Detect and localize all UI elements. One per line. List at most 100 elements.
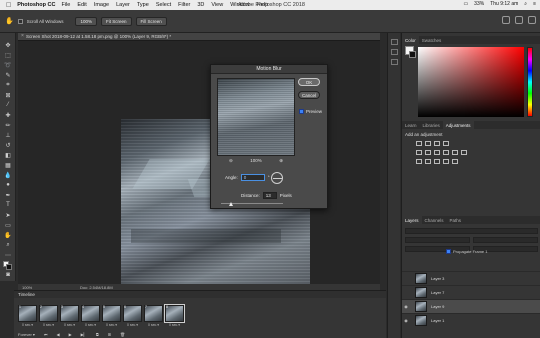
play-icon[interactable]: ▶ [69, 332, 72, 337]
frame-duration[interactable]: 0 sec.▾ [18, 323, 37, 327]
clone-stamp-tool-icon[interactable]: ⊥ [3, 131, 13, 139]
timeline-frame[interactable]: 7 0 sec.▾ [144, 305, 163, 329]
curves-adjust-icon[interactable] [434, 141, 440, 146]
layer-row[interactable]: ◉ Layer 1 [402, 313, 540, 327]
layer-row[interactable]: Layer 3 [402, 271, 540, 285]
zoom-in-icon[interactable]: ⊕ [279, 158, 283, 164]
menu-list-icon[interactable]: ≡ [533, 1, 536, 7]
tab-swatches[interactable]: Swatches [419, 36, 445, 44]
timeline-frame[interactable]: 5 0 sec.▾ [102, 305, 121, 329]
invert-adjust-icon[interactable] [416, 159, 422, 164]
properties-panel-icon[interactable] [391, 49, 398, 55]
brightness-adjust-icon[interactable] [416, 141, 422, 146]
next-frame-icon[interactable]: ▶▏ [81, 332, 87, 337]
distance-slider-knob[interactable] [229, 202, 233, 206]
quick-select-tool-icon[interactable]: ✎ [3, 71, 13, 79]
distance-input[interactable]: 13 [262, 192, 277, 199]
frame-duration[interactable]: 0 sec.▾ [165, 323, 184, 327]
tab-adjustments[interactable]: Adjustments [442, 121, 474, 129]
hand-tool-icon[interactable]: ✋ [3, 231, 13, 239]
layer-filter-field[interactable] [405, 227, 538, 234]
dialog-title[interactable]: Motion Blur [211, 65, 327, 74]
brush-panel-icon[interactable] [391, 59, 398, 65]
cancel-button[interactable]: Cancel [298, 91, 320, 99]
shape-tool-icon[interactable]: ▭ [3, 221, 13, 229]
app-menu[interactable]: Photoshop CC [17, 2, 55, 8]
layer-row-selected[interactable]: ◉ Layer 9 [402, 299, 540, 313]
eye-icon[interactable]: ◉ [402, 304, 410, 309]
angle-dial[interactable] [271, 172, 283, 184]
timeline-frame-selected[interactable]: 8 0 sec.▾ [164, 304, 185, 329]
gradient-tool-icon[interactable]: ▦ [3, 161, 13, 169]
scroll-all-windows-checkbox[interactable] [17, 18, 23, 24]
frame-duration[interactable]: 0 sec.▾ [60, 323, 79, 327]
menu-3d[interactable]: 3D [197, 2, 204, 8]
history-panel-icon[interactable] [391, 39, 398, 45]
fill-screen-button[interactable]: Fill Screen [135, 16, 167, 26]
tab-learn[interactable]: Learn [402, 121, 420, 129]
vibrance-adjust-icon[interactable] [416, 150, 422, 155]
threshold-adjust-icon[interactable] [434, 159, 440, 164]
opacity-field[interactable] [473, 236, 538, 243]
apple-icon[interactable]:  [6, 2, 11, 9]
angle-input[interactable]: 0 [240, 174, 265, 181]
timeline-frame[interactable]: 1 0 sec.▾ [18, 305, 37, 329]
hue-slider[interactable] [527, 47, 533, 117]
filter-preview[interactable] [217, 78, 295, 156]
type-tool-icon[interactable]: T [3, 201, 13, 209]
clock[interactable]: Thu 9:12 am [490, 1, 518, 7]
hue-saturation-adjust-icon[interactable] [425, 150, 431, 155]
propagate-frame-checkbox[interactable] [446, 249, 451, 254]
menu-view[interactable]: View [211, 2, 223, 8]
layer-name[interactable]: Layer 9 [431, 304, 444, 309]
layer-name[interactable]: Layer 1 [431, 318, 444, 323]
menu-file[interactable]: File [61, 2, 70, 8]
timeline-frame[interactable]: 2 0 sec.▾ [39, 305, 58, 329]
black-white-adjust-icon[interactable] [443, 150, 449, 155]
frame-duration[interactable]: 0 sec.▾ [102, 323, 121, 327]
status-zoom[interactable]: 100% [22, 285, 32, 290]
move-tool-icon[interactable]: ✥ [3, 41, 13, 49]
frame-tool-icon[interactable]: ⊠ [3, 91, 13, 99]
menu-type[interactable]: Type [137, 2, 149, 8]
menu-image[interactable]: Image [94, 2, 109, 8]
eye-icon[interactable]: ◉ [402, 318, 410, 323]
zoom-tool-icon[interactable]: ⌕ [3, 241, 13, 249]
loop-select[interactable]: Forever ▾ [18, 332, 35, 337]
preview-checkbox[interactable] [299, 109, 304, 114]
healing-brush-tool-icon[interactable]: ✚ [3, 111, 13, 119]
layer-name[interactable]: Layer 7 [431, 290, 444, 295]
status-doc-size[interactable]: Doc: 2.54M/18.8M [80, 285, 113, 290]
dodge-tool-icon[interactable]: ● [3, 181, 13, 189]
eraser-tool-icon[interactable]: ◧ [3, 151, 13, 159]
path-selection-tool-icon[interactable]: ➤ [3, 211, 13, 219]
selective-color-adjust-icon[interactable] [452, 159, 458, 164]
zoom-out-icon[interactable]: ⊖ [229, 158, 233, 164]
color-background-swatch[interactable] [409, 51, 416, 58]
tab-paths[interactable]: Paths [447, 216, 465, 224]
channel-mixer-adjust-icon[interactable] [461, 150, 467, 155]
prev-frame-icon[interactable]: ◀ [57, 332, 60, 337]
crop-tool-icon[interactable]: ⌗ [3, 81, 13, 89]
tab-layers[interactable]: Layers [402, 216, 422, 224]
blur-tool-icon[interactable]: 💧 [3, 171, 13, 179]
tween-icon[interactable]: ⧉ [96, 332, 99, 337]
marquee-tool-icon[interactable]: ⬚ [3, 51, 13, 59]
search-panel-icon[interactable] [502, 16, 510, 24]
pen-tool-icon[interactable]: ✒ [3, 191, 13, 199]
color-picker-field[interactable] [418, 47, 524, 117]
delete-frame-icon[interactable]: 🗑 [120, 332, 125, 337]
layer-name[interactable]: Layer 3 [431, 276, 444, 281]
menu-select[interactable]: Select [156, 2, 171, 8]
levels-adjust-icon[interactable] [425, 141, 431, 146]
fit-screen-button[interactable]: Fit Screen [101, 16, 132, 26]
timeline-frame[interactable]: 6 0 sec.▾ [123, 305, 142, 329]
battery-icon[interactable]: ▭ [463, 1, 468, 7]
search-icon[interactable]: ⌕ [524, 1, 527, 7]
document-tab[interactable]: × Screen Shot 2018-09-12 at 1.58.18 pm.p… [18, 33, 380, 41]
exposure-adjust-icon[interactable] [443, 141, 449, 146]
menu-edit[interactable]: Edit [77, 2, 86, 8]
tab-libraries[interactable]: Libraries [420, 121, 443, 129]
eyedropper-tool-icon[interactable]: ⁄ [3, 101, 13, 109]
photo-filter-adjust-icon[interactable] [452, 150, 458, 155]
